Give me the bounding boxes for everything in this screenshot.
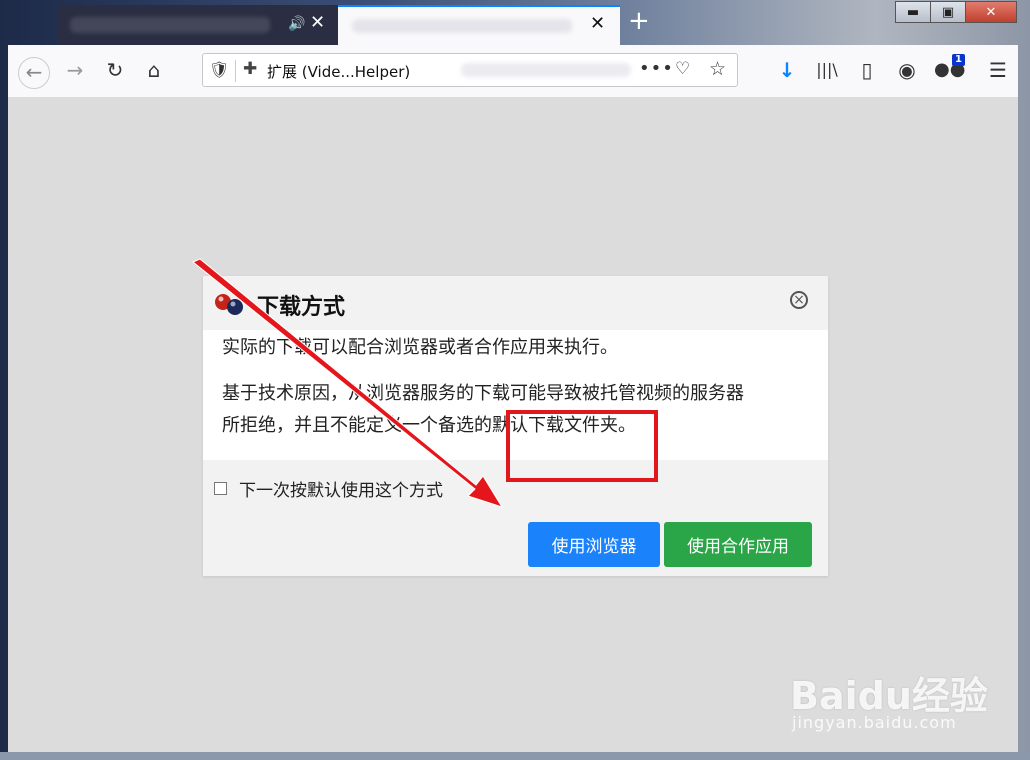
account-icon[interactable]: ◉ — [894, 58, 920, 82]
use-browser-button[interactable]: 使用浏览器 — [528, 522, 660, 567]
dialog-close-icon[interactable]: × — [790, 291, 808, 309]
new-tab-button[interactable]: + — [628, 8, 650, 34]
dialog-title: 下载方式 — [257, 295, 346, 320]
maximize-button[interactable]: ▣ — [930, 1, 966, 23]
url-divider — [235, 60, 236, 82]
tab-close-icon[interactable]: ✕ — [590, 15, 605, 33]
bookmark-star-icon[interactable]: ☆ — [709, 58, 726, 80]
home-button[interactable]: ⌂ — [141, 58, 167, 82]
highlight-box — [506, 410, 658, 482]
forward-button[interactable]: → — [62, 58, 88, 82]
watermark-domain: jingyan.baidu.com — [792, 713, 957, 732]
download-icon[interactable]: ↓ — [774, 58, 800, 82]
url-identity-label[interactable]: 扩展 (Vide...Helper) — [267, 61, 410, 82]
nav-toolbar: ← → ↻ ⌂ 🛡 ✚ 扩展 (Vide...Helper) ••• ♡ ☆ ↓… — [8, 45, 1018, 98]
tab-strip: 🔊 ✕ ✕ + ▬ ▣ ✕ — [0, 0, 1030, 45]
tab-active[interactable]: ✕ — [338, 5, 620, 45]
url-bar[interactable]: 🛡 ✚ 扩展 (Vide...Helper) ••• ♡ ☆ — [202, 53, 738, 87]
default-choice-row[interactable]: 下一次按默认使用这个方式 — [214, 476, 443, 501]
pocket-icon[interactable]: ♡ — [675, 59, 690, 79]
watermark: Baidu经验 jingyan.baidu.com — [790, 645, 990, 745]
tab-title-blurred — [70, 17, 270, 33]
window-controls: ▬ ▣ ✕ — [895, 1, 1017, 23]
back-button[interactable]: ← — [18, 57, 50, 89]
speaker-icon[interactable]: 🔊 — [288, 16, 305, 32]
use-companion-app-button[interactable]: 使用合作应用 — [664, 522, 812, 567]
more-actions-icon[interactable]: ••• — [639, 58, 674, 79]
url-text-blurred[interactable] — [461, 63, 631, 77]
dialog-paragraph-2-line-1: 基于技术原因，从浏览器服务的下载可能导致被托管视频的服务器 — [222, 383, 744, 404]
watermark-brand: Baidu经验 — [790, 674, 988, 718]
tab-title-blurred — [352, 19, 572, 33]
reload-button[interactable]: ↻ — [102, 58, 128, 82]
default-choice-label[interactable]: 下一次按默认使用这个方式 — [239, 476, 443, 501]
default-choice-checkbox[interactable] — [214, 482, 227, 495]
puzzle-icon: ✚ — [243, 59, 258, 79]
tab-close-icon[interactable]: ✕ — [310, 14, 325, 32]
window-bottom-frame — [0, 752, 1030, 760]
extension-badge: 1 — [952, 54, 965, 66]
dialog-paragraph-1: 实际的下载可以配合浏览器或者合作应用来执行。 — [222, 337, 618, 358]
library-icon[interactable]: |||\ — [814, 58, 840, 82]
minimize-button[interactable]: ▬ — [895, 1, 931, 23]
extension-logo-icon — [215, 294, 243, 315]
menu-icon[interactable]: ☰ — [985, 58, 1011, 82]
tab-background[interactable]: 🔊 ✕ — [58, 5, 338, 45]
dialog-header: 下载方式 × — [203, 276, 828, 330]
close-window-button[interactable]: ✕ — [965, 1, 1017, 23]
sidebar-icon[interactable]: ▯ — [854, 58, 880, 82]
shield-icon[interactable]: 🛡 — [209, 60, 229, 79]
browser-window: 🔊 ✕ ✕ + ▬ ▣ ✕ ← → ↻ ⌂ 🛡 ✚ 扩展 (Vide...Hel… — [0, 0, 1030, 760]
